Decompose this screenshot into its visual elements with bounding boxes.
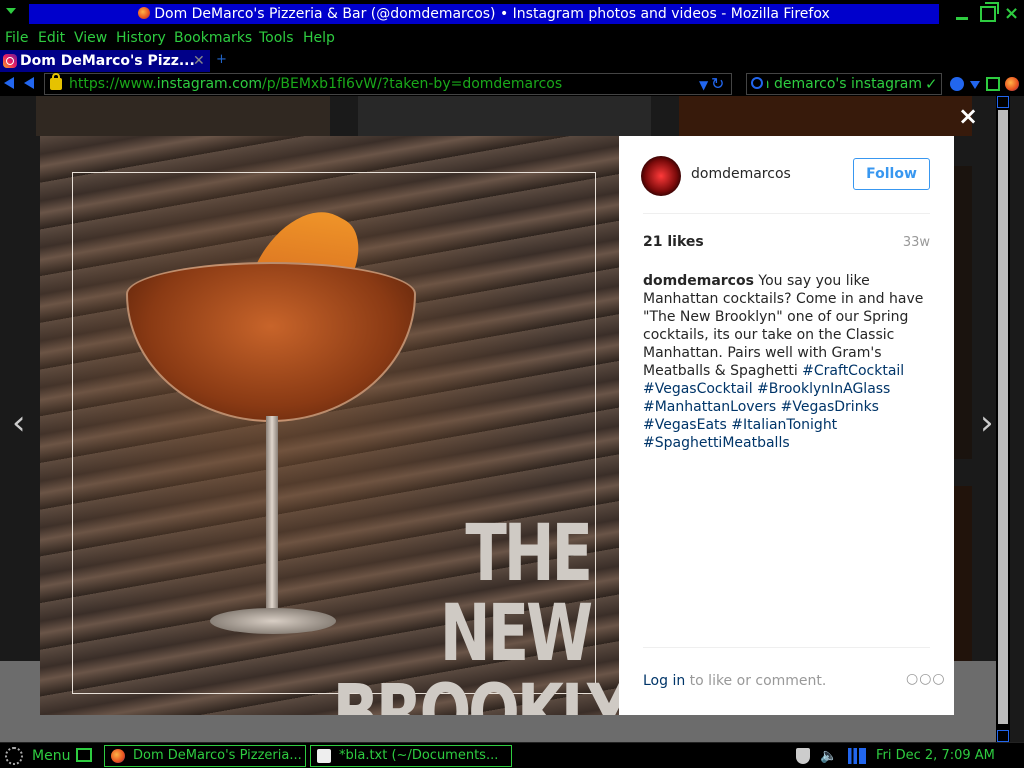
- divider: [643, 647, 930, 648]
- maximize-icon[interactable]: [980, 2, 999, 22]
- scroll-down-icon[interactable]: [997, 730, 1009, 742]
- minimize-icon[interactable]: [954, 6, 970, 22]
- menu-help[interactable]: Help: [303, 30, 335, 46]
- back-icon[interactable]: [4, 77, 14, 89]
- menu-view[interactable]: View: [74, 30, 107, 46]
- gear-icon[interactable]: [5, 747, 23, 765]
- downloads-icon[interactable]: [970, 81, 980, 89]
- more-options-icon[interactable]: ○○○: [906, 671, 946, 687]
- post-photo[interactable]: THE NEW BROOKLYN: [40, 136, 619, 715]
- search-bar[interactable]: dom demarco's instagram ✓: [746, 73, 942, 95]
- hashtag[interactable]: #VegasEats: [643, 417, 727, 433]
- hashtag[interactable]: #SpaghettiMeatballs: [643, 435, 790, 451]
- sidebar-toggle-icon[interactable]: [986, 77, 1000, 91]
- post-caption: domdemarcos You say you like Manhattan c…: [643, 272, 933, 452]
- window-menu-icon[interactable]: [6, 8, 16, 14]
- lock-icon[interactable]: [50, 73, 62, 90]
- hashtag[interactable]: #VegasCocktail: [643, 381, 753, 397]
- window-title-strip: Dom DeMarco's Pizzeria & Bar (@domdemarc…: [29, 4, 939, 24]
- task-label: *bla.txt (~/Documents...: [339, 748, 499, 763]
- task-text-editor[interactable]: *bla.txt (~/Documents...: [310, 745, 512, 767]
- url-text: https://www.instagram.com/p/BEMxb1fI6vW/…: [69, 76, 563, 92]
- avatar[interactable]: [641, 156, 681, 196]
- follow-button[interactable]: Follow: [853, 158, 930, 190]
- task-firefox[interactable]: Dom DeMarco's Pizzeria...: [104, 745, 306, 767]
- addon-icon[interactable]: [950, 77, 964, 91]
- likes-count[interactable]: 21 likes: [643, 234, 704, 250]
- post-sidebar: domdemarcos Follow 21 likes 33w domdemar…: [619, 136, 954, 715]
- clock[interactable]: Fri Dec 2, 7:09 AM: [876, 748, 995, 763]
- login-prompt: Log in to like or comment.: [643, 673, 827, 689]
- tab-label: Dom DeMarco's Pizz...: [20, 53, 195, 69]
- taskbar: Menu Dom DeMarco's Pizzeria... *bla.txt …: [0, 742, 1024, 768]
- hashtag[interactable]: #CraftCocktail: [802, 363, 904, 379]
- tab-close-icon[interactable]: ✕: [193, 50, 205, 72]
- modal-close-icon[interactable]: ×: [958, 102, 978, 130]
- url-dropdown-icon[interactable]: ▼: [699, 78, 708, 92]
- previous-post-icon[interactable]: ‹: [12, 406, 26, 440]
- hashtag[interactable]: #ManhattanLovers: [643, 399, 776, 415]
- menu-bookmarks[interactable]: Bookmarks: [174, 30, 252, 46]
- page-content: ‹ › × THE NEW BROOKLYN domdemarcos Follo…: [0, 96, 1024, 742]
- new-tab-button[interactable]: +: [216, 50, 227, 70]
- menu-bar: File Edit View History Bookmarks Tools H…: [0, 28, 1024, 50]
- search-input[interactable]: dom demarco's instagram: [767, 76, 922, 92]
- volume-icon[interactable]: 🔈: [820, 748, 837, 764]
- vertical-scrollbar[interactable]: [996, 96, 1010, 742]
- window-title: Dom DeMarco's Pizzeria & Bar (@domdemarc…: [154, 6, 830, 22]
- post-username[interactable]: domdemarcos: [691, 166, 791, 182]
- menu-tools[interactable]: Tools: [259, 30, 294, 46]
- firefox-icon: [111, 749, 125, 763]
- caption-username[interactable]: domdemarcos: [643, 273, 754, 289]
- firefox-menu-icon[interactable]: [1005, 77, 1019, 91]
- menu-history[interactable]: History: [116, 30, 166, 46]
- shield-icon[interactable]: [796, 748, 810, 764]
- reload-icon[interactable]: ↻: [711, 74, 724, 93]
- instagram-icon: [3, 54, 17, 68]
- divider: [643, 213, 930, 214]
- search-icon: [751, 77, 763, 89]
- url-bar[interactable]: https://www.instagram.com/p/BEMxb1fI6vW/…: [44, 73, 732, 95]
- tab-instagram[interactable]: Dom DeMarco's Pizz... ✕: [0, 50, 210, 72]
- login-link[interactable]: Log in: [643, 673, 685, 689]
- task-label: Dom DeMarco's Pizzeria...: [133, 748, 302, 763]
- search-go-icon[interactable]: ✓: [925, 75, 938, 93]
- hashtag[interactable]: #ItalianTonight: [731, 417, 837, 433]
- photo-caption-text: THE NEW BROOKLYN: [332, 509, 619, 715]
- network-icon[interactable]: [848, 748, 866, 764]
- text-editor-icon: [317, 749, 331, 763]
- start-menu-button[interactable]: Menu: [32, 748, 70, 764]
- tab-bar: Dom DeMarco's Pizz... ✕ +: [0, 50, 1024, 72]
- navigation-bar: https://www.instagram.com/p/BEMxb1fI6vW/…: [0, 72, 1024, 96]
- scrollbar-thumb[interactable]: [998, 110, 1008, 724]
- post-age[interactable]: 33w: [889, 235, 930, 250]
- title-bar: Dom DeMarco's Pizzeria & Bar (@domdemarc…: [0, 0, 1024, 28]
- hashtag[interactable]: #BrooklynInAGlass: [757, 381, 890, 397]
- show-desktop-icon[interactable]: [76, 748, 92, 762]
- history-dropdown-icon[interactable]: [24, 77, 34, 89]
- firefox-icon: [138, 7, 151, 19]
- menu-file[interactable]: File: [5, 30, 28, 46]
- close-window-icon[interactable]: ×: [1004, 5, 1020, 23]
- scroll-up-icon[interactable]: [997, 96, 1009, 108]
- next-post-icon[interactable]: ›: [980, 406, 994, 440]
- hashtag[interactable]: #VegasDrinks: [781, 399, 879, 415]
- menu-edit[interactable]: Edit: [38, 30, 65, 46]
